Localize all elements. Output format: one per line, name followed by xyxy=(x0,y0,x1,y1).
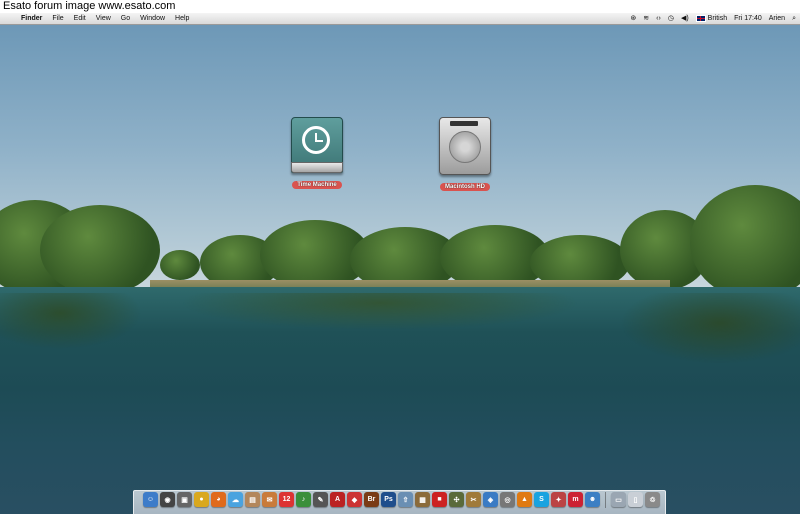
desktop[interactable]: Time Machine Macintosh HD xyxy=(0,25,800,514)
input-source-label: British xyxy=(707,15,728,22)
time-machine-disk-icon xyxy=(291,117,343,173)
dock-ical-icon[interactable]: 12 xyxy=(279,492,294,507)
dock: ☺ ◉ ▣ ● ◕ ☁ ▤ ✉ 12 ♪ ✎ A ◆ Br Ps ⇧ ▦ ■ ✣ ✂ ◈ ◎ ▲ S ✦ m ☻ ▭ ▯ ♲ xyxy=(133,490,666,514)
dock-bridge-icon[interactable]: Br xyxy=(364,492,379,507)
water-reflection xyxy=(0,293,800,373)
volume-icon[interactable]: ◀) xyxy=(681,13,689,24)
input-source-menu[interactable]: British xyxy=(695,13,728,24)
spotlight-search-icon[interactable]: ⌕ xyxy=(792,13,796,24)
menu-view[interactable]: View xyxy=(91,13,116,24)
apple-icon[interactable] xyxy=(8,13,16,24)
dock-finder-icon[interactable]: ☺ xyxy=(143,492,158,507)
volume-label: Time Machine xyxy=(292,181,342,189)
dock-acrobat-icon[interactable]: A xyxy=(330,492,345,507)
dock-separator xyxy=(605,492,606,508)
hard-disk-icon xyxy=(439,117,491,175)
dock-trash-icon[interactable]: ♲ xyxy=(645,492,660,507)
dock-downloads-icon[interactable]: ▭ xyxy=(611,492,626,507)
dock-documents-icon[interactable]: ▯ xyxy=(628,492,643,507)
menu-clock[interactable]: Fri 17:40 xyxy=(734,13,762,24)
dock-disk-utility-icon[interactable]: ◎ xyxy=(500,492,515,507)
dock-expose-icon[interactable]: ▣ xyxy=(177,492,192,507)
dock-utility-tool-icon[interactable]: ✂ xyxy=(466,492,481,507)
dock-photoshop-icon[interactable]: Ps xyxy=(381,492,396,507)
dock-contacts-icon[interactable]: ☻ xyxy=(585,492,600,507)
menu-help[interactable]: Help xyxy=(170,13,194,24)
sync-icon[interactable]: ⊛ xyxy=(630,13,636,24)
dock-ichat-icon[interactable]: ☁ xyxy=(228,492,243,507)
time-machine-icon[interactable]: ◷ xyxy=(668,13,674,24)
dock-uploader-icon[interactable]: ⇧ xyxy=(398,492,413,507)
dock-firefox-icon[interactable]: ◕ xyxy=(211,492,226,507)
dock-photo-app-icon[interactable]: ▦ xyxy=(415,492,430,507)
dock-dashboard-icon[interactable]: ◉ xyxy=(160,492,175,507)
dock-script-editor-icon[interactable]: ✎ xyxy=(313,492,328,507)
dock-mail-stamp-icon[interactable]: ✉ xyxy=(262,492,277,507)
wifi-icon[interactable]: ≋ xyxy=(643,13,649,24)
volume-macintosh-hd[interactable]: Macintosh HD xyxy=(425,117,505,193)
dock-mint-icon[interactable]: m xyxy=(568,492,583,507)
menu-app-name[interactable]: Finder xyxy=(16,13,47,24)
menu-go[interactable]: Go xyxy=(116,13,135,24)
dock-photobooth-icon[interactable]: ■ xyxy=(432,492,447,507)
dock-vlc-icon[interactable]: ▲ xyxy=(517,492,532,507)
dock-skype-icon[interactable]: S xyxy=(534,492,549,507)
menu-window[interactable]: Window xyxy=(135,13,170,24)
dock-network-tool-icon[interactable]: ✣ xyxy=(449,492,464,507)
menu-file[interactable]: File xyxy=(47,13,68,24)
dock-chrome-icon[interactable]: ● xyxy=(194,492,209,507)
dock-preview-icon[interactable]: ▤ xyxy=(245,492,260,507)
dock-reeder-icon[interactable]: ✦ xyxy=(551,492,566,507)
volume-label: Macintosh HD xyxy=(439,183,490,191)
dock-app-store-icon[interactable]: ◈ xyxy=(483,492,498,507)
dock-itunes-icon[interactable]: ♪ xyxy=(296,492,311,507)
dock-ical-red-icon[interactable]: ◆ xyxy=(347,492,362,507)
menu-edit[interactable]: Edit xyxy=(69,13,91,24)
watermark-text: Esato forum image www.esato.com xyxy=(0,0,800,13)
uk-flag-icon xyxy=(695,14,706,22)
menu-bar: Finder File Edit View Go Window Help ⊛ ≋… xyxy=(0,13,800,25)
volume-time-machine[interactable]: Time Machine xyxy=(277,117,357,191)
user-menu[interactable]: Arien xyxy=(769,13,785,24)
bluetooth-icon[interactable]: ‹› xyxy=(656,13,661,24)
